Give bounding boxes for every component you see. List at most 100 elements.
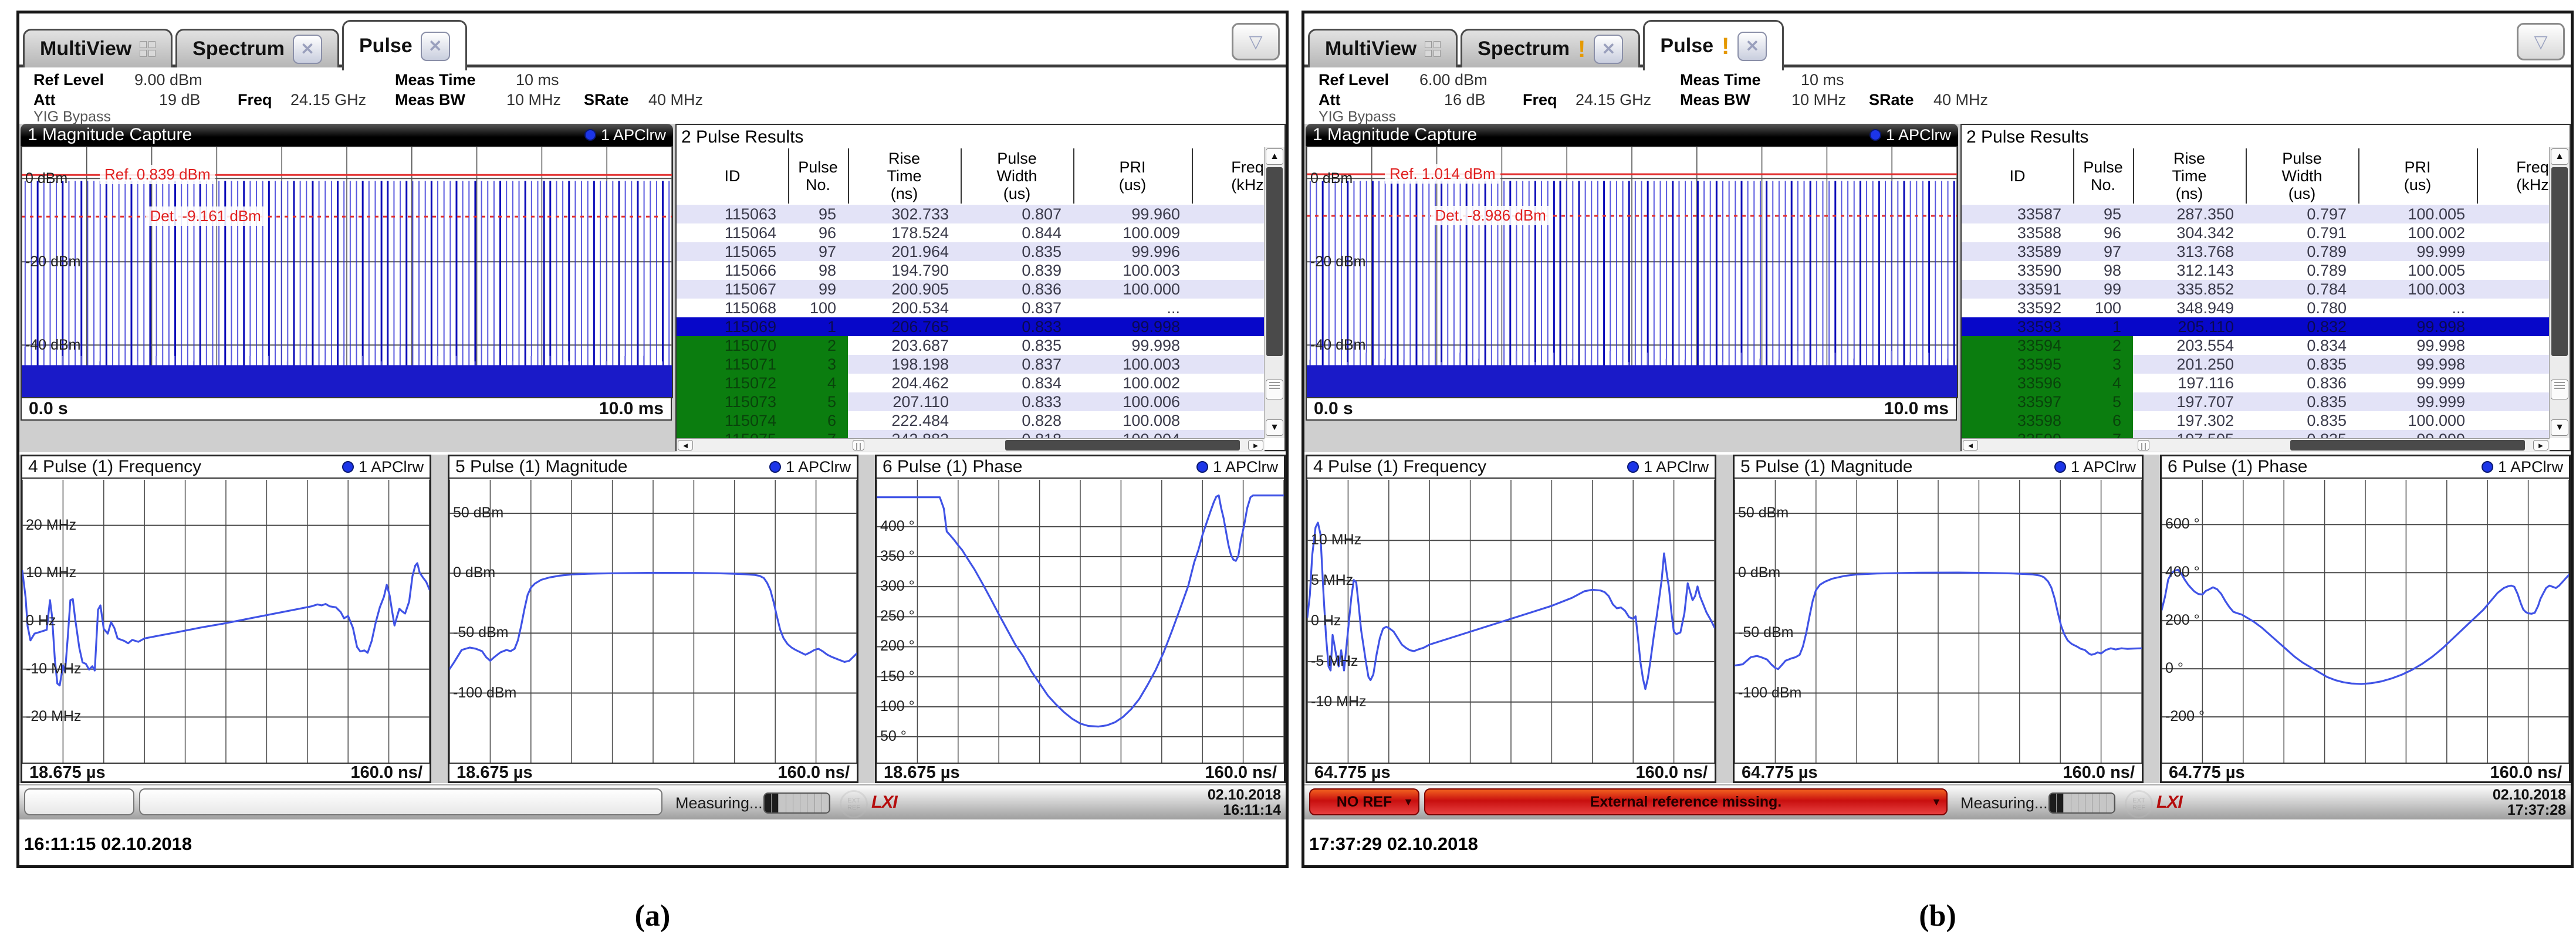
plot-area: 50 dBm0 dBm-50 dBm-100 dBm [1735,480,2142,763]
column-header: Pulse No. [788,147,848,205]
table-row[interactable]: 33592100348.9490.780...142 [1962,299,2550,317]
close-icon[interactable]: ✕ [293,35,322,64]
table-row[interactable]: 335997197.5050.83599.99945 [1962,430,2550,438]
table-cell: 242.882 [848,430,961,438]
tab-spectrum[interactable]: Spectrum!✕ [1461,29,1640,67]
table-row[interactable]: 11506799200.9050.836100.00032 [677,280,1265,299]
tab-pulse[interactable]: Pulse✕ [342,20,467,70]
pulse-results-table[interactable]: IDPulse No.Rise Time (ns)Pulse Width (us… [1962,147,2550,438]
table-header: IDPulse No.Rise Time (ns)Pulse Width (us… [1962,147,2550,205]
plot-x-axis: 18.675 µs160.0 ns/ [22,763,430,781]
tab-dropdown-button[interactable]: ▽ [2517,23,2565,60]
plot-y-tick: -100 dBm [453,685,516,702]
table-row[interactable]: 335931205.1100.83299.99841 [1962,317,2550,336]
close-icon[interactable]: ✕ [1594,35,1623,64]
scroll-thumb[interactable] [2290,440,2525,451]
att-label: Att [1319,91,1340,109]
close-icon[interactable]: ✕ [1737,32,1767,61]
plot-x-axis: 64.775 µs160.0 ns/ [2162,763,2569,781]
plot-y-tick: 400 ° [880,518,915,535]
yig-bypass-label: YIG Bypass [33,109,111,126]
tab-multiview[interactable]: MultiView [23,29,173,67]
trace-dot-icon [342,461,354,473]
table-cell: 99.998 [1073,317,1192,336]
table-row[interactable]: 11506597201.9640.83599.99633 [677,242,1265,261]
table-row[interactable]: 1150724204.4620.834100.00232 [677,374,1265,392]
att-label: Att [33,91,55,109]
status-field-message[interactable]: External reference missing.▼ [1424,788,1948,815]
tab-pulse[interactable]: Pulse!✕ [1643,20,1784,70]
scroll-grip[interactable] [1266,380,1283,399]
scroll-up-button[interactable]: ▲ [1266,148,1283,165]
plot-x-axis: 64.775 µs160.0 ns/ [1307,763,1715,781]
scroll-up-button[interactable]: ▲ [2551,148,2568,165]
table-row[interactable]: 1150702203.6870.83599.99833 [677,336,1265,355]
scroll-grip[interactable] [2551,380,2568,399]
table-horizontal-scrollbar[interactable]: ◄► [677,438,1265,452]
trace-dot-icon [584,129,596,141]
table-horizontal-scrollbar[interactable]: ◄► [1962,438,2550,452]
tab-multiview[interactable]: MultiView [1308,29,1458,67]
scroll-right-button[interactable]: ► [2533,440,2548,451]
table-cell: 0.835 [961,242,1073,261]
table-cell: 33588 [1962,223,2073,242]
scroll-thumb[interactable] [2551,167,2568,356]
table-row[interactable]: 115068100200.5340.837...33 [677,299,1265,317]
scroll-left-button[interactable]: ◄ [678,440,693,451]
table-row[interactable]: 1150746222.4840.828100.00833 [677,411,1265,430]
caption-a: (a) [588,899,717,933]
table-row[interactable]: 3358896304.3420.791100.002113 [1962,223,2550,242]
trace-dot-icon [769,461,781,473]
scroll-thumb[interactable] [1266,167,1283,356]
table-cell: 41 [1192,430,1265,438]
table-row[interactable]: 3358997313.7680.78999.999113 [1962,242,2550,261]
status-field-ref[interactable] [24,788,134,815]
table-row[interactable]: 335953201.2500.83599.99843 [1962,355,2550,374]
table-row[interactable]: 335975197.7070.83599.99945 [1962,392,2550,411]
tab-dropdown-button[interactable]: ▽ [1232,23,1280,60]
scroll-down-button[interactable]: ▼ [2551,419,2568,436]
warning-icon: ! [1578,38,1586,61]
scroll-down-button[interactable]: ▼ [1266,419,1283,436]
table-row[interactable]: 3358795287.3500.797100.005112 [1962,205,2550,223]
scroll-grip[interactable] [2138,440,2149,451]
table-cell: 140 [2477,280,2550,299]
table-cell: 32 [1192,374,1265,392]
status-field-ref[interactable]: NO REF▼ [1309,788,1419,815]
table-cell: 115071 [677,355,788,374]
table-row[interactable]: 335942203.5540.83499.99842 [1962,336,2550,355]
table-row[interactable]: 11506395302.7330.80799.960108 [677,205,1265,223]
capture-y-tick: 0 dBm [1310,170,1353,187]
table-cell: 33587 [1962,205,2073,223]
tab-spectrum[interactable]: Spectrum✕ [175,29,339,67]
status-field-message[interactable] [139,788,662,815]
pulse-results-table[interactable]: IDPulse No.Rise Time (ns)Pulse Width (us… [677,147,1265,438]
close-icon[interactable]: ✕ [421,32,450,61]
plot-y-tick: -20 MHz [26,708,81,725]
ext-ref-ghost-icon: EXT REF [2125,790,2153,818]
table-row[interactable]: 11506496178.5240.844100.00913 [677,223,1265,242]
table-row[interactable]: 11506698194.7900.839100.00333 [677,261,1265,280]
scroll-left-button[interactable]: ◄ [1963,440,1978,451]
table-row[interactable]: 335964197.1160.83699.99944 [1962,374,2550,392]
tab-label: Pulse [1660,35,1713,57]
table-row[interactable]: 1150757242.8820.818100.00441 [677,430,1265,438]
plot-y-tick: 400 ° [2165,564,2200,581]
scroll-thumb[interactable] [1005,440,1240,451]
table-vertical-scrollbar[interactable]: ▲▼ [1264,147,1284,438]
table-row[interactable]: 1150735207.1100.833100.00632 [677,392,1265,411]
scroll-grip[interactable] [853,440,864,451]
table-cell: 0.836 [2246,374,2358,392]
table-cell: 302.733 [848,205,961,223]
scroll-right-button[interactable]: ► [1248,440,1263,451]
meas-bw-value: 10 MHz [506,91,561,109]
plot-area: 20 MHz10 MHz0 Hz-10 MHz-20 MHz [22,480,430,763]
table-row[interactable]: 1150713198.1980.837100.00332 [677,355,1265,374]
table-row[interactable]: 335986197.3020.835100.00045 [1962,411,2550,430]
table-vertical-scrollbar[interactable]: ▲▼ [2549,147,2570,438]
table-row[interactable]: 3359199335.8520.784100.003140 [1962,280,2550,299]
table-row[interactable]: 3359098312.1430.789100.005114 [1962,261,2550,280]
column-separator [2073,148,2074,204]
table-row[interactable]: 1150691206.7650.83399.99833 [677,317,1265,336]
column-separator [848,148,849,204]
